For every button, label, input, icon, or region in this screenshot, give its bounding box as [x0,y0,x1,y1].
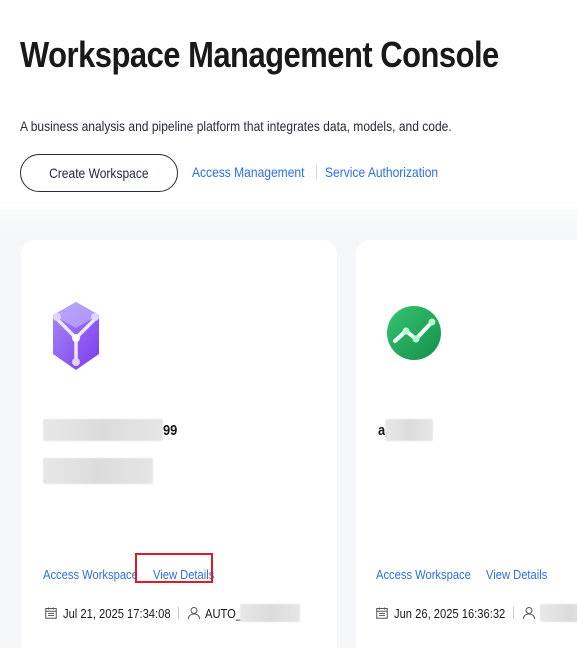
redacted-owner-blur [240,604,301,622]
create-workspace-button[interactable]: Create Workspace [20,154,178,192]
redacted-description-blur [43,458,153,484]
workspace-console-page: Workspace Management Console A business … [0,0,577,648]
view-details-highlight-box [135,553,213,583]
header-links: Access Management Service Authorization [192,164,457,180]
workspace-card: a Access Workspace View Details Jun 26, … [356,240,577,648]
created-time: Jul 21, 2025 17:34:08 [63,605,171,621]
workspace-name: a [378,418,434,442]
service-authorization-link[interactable]: Service Authorization [325,164,438,180]
view-details-link[interactable]: View Details [486,567,547,582]
workspace-name-suffix: 99 [163,421,178,439]
workspace-card: 99 Access Workspace View Details Jul 21,… [21,240,337,648]
page-title: Workspace Management Console [20,34,499,75]
page-subtitle: A business analysis and pipeline platfor… [20,118,452,134]
header-actions: Create Workspace Access Management Servi… [20,154,457,192]
access-workspace-link[interactable]: Access Workspace [376,567,471,582]
created-time: Jun 26, 2025 16:36:32 [394,605,506,621]
cube-icon [53,302,99,370]
access-workspace-link[interactable]: Access Workspace [43,567,138,582]
calendar-icon [45,607,57,619]
redacted-name-blur [43,419,163,441]
card-actions: Access Workspace View Details [376,567,558,582]
workspace-meta: Jul 21, 2025 17:34:08 AUTO_ [45,604,301,622]
trend-chart-icon [387,306,441,360]
calendar-icon [376,607,388,619]
access-management-link[interactable]: Access Management [192,164,304,180]
user-icon [523,607,536,620]
link-divider [316,165,318,179]
owner-name: AUTO_ [205,605,243,621]
meta-divider [513,607,515,619]
redacted-owner-blur [540,604,577,622]
meta-divider [178,607,180,619]
create-workspace-label: Create Workspace [49,165,149,181]
workspace-name: 99 [43,418,180,442]
redacted-name-blur [385,419,434,441]
workspace-meta: Jun 26, 2025 16:36:32 [376,604,577,622]
workspace-name-prefix: a [378,421,386,439]
user-icon [188,607,201,620]
